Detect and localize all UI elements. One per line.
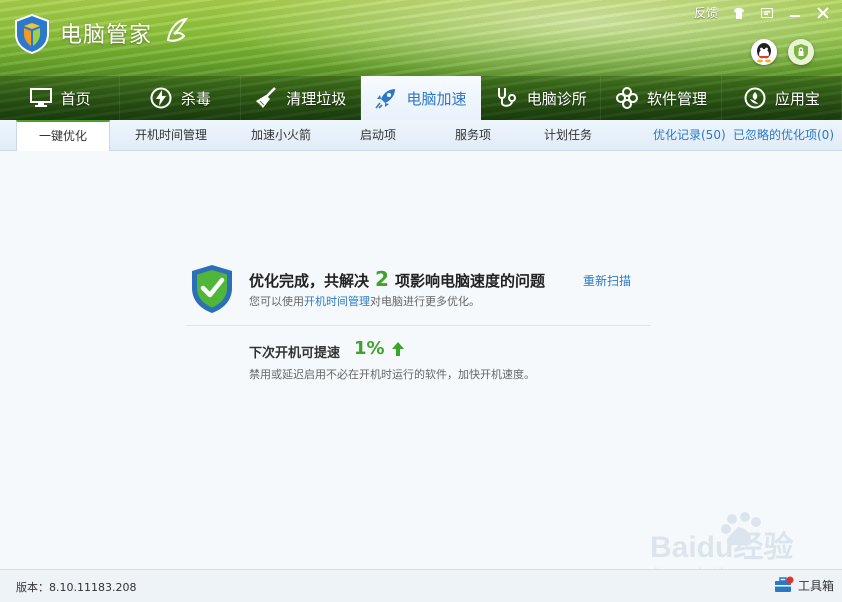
shield-lock-icon: [794, 44, 808, 60]
tab-one-click-optimize[interactable]: 一键优化: [16, 120, 110, 151]
nav-speedup[interactable]: 电脑加速: [360, 76, 482, 120]
qq-login-avatar[interactable]: [751, 39, 777, 65]
nav-cleanup[interactable]: 清理垃圾: [241, 76, 361, 120]
result-title-suffix: 项影响电脑速度的问题: [394, 272, 545, 290]
rocket-icon: [374, 86, 398, 110]
boot-speedup-description: 禁用或延迟启用不必在开机时运行的软件，加快开机速度。: [249, 368, 535, 381]
skin-icon[interactable]: [732, 4, 746, 22]
app-store-icon: [743, 86, 767, 110]
nav-label: 首页: [60, 89, 91, 108]
monitor-icon: [29, 86, 53, 110]
tab-scheduled-tasks[interactable]: 计划任务: [532, 120, 604, 150]
close-icon[interactable]: [816, 4, 830, 22]
toolbox-label: 工具箱: [798, 578, 835, 593]
nav-label: 杀毒: [180, 89, 211, 108]
result-title-prefix: 优化完成，共解决: [249, 272, 370, 290]
nav-home[interactable]: 首页: [0, 76, 121, 120]
toolbox-icon: [775, 576, 794, 592]
divider: [186, 325, 651, 326]
result-subtitle: 您可以使用开机时间管理对电脑进行更多优化。: [249, 293, 480, 309]
optimize-history-link[interactable]: 优化记录(50): [653, 120, 726, 150]
tab-speed-rocket[interactable]: 加速小火箭: [236, 120, 326, 150]
account-protect-button[interactable]: [788, 39, 814, 65]
nav-label: 清理垃圾: [286, 89, 347, 108]
lightning-icon: [149, 86, 173, 110]
tab-startup-items[interactable]: 启动项: [342, 120, 414, 150]
arrow-up-icon: [392, 342, 404, 356]
rescan-link[interactable]: 重新扫描: [583, 272, 631, 289]
flower-icon: [615, 86, 639, 110]
guanjia-logo-icon: [15, 14, 49, 54]
shield-check-icon: [192, 265, 232, 313]
nav-label: 电脑加速: [406, 89, 467, 108]
nav-antivirus[interactable]: 杀毒: [120, 76, 241, 120]
tab-services[interactable]: 服务项: [438, 120, 508, 150]
subtitle-suffix: 对电脑进行更多优化。: [370, 295, 480, 308]
watermark-brand: Baidu经验: [650, 530, 793, 564]
version-label: 版本：8.10.11183.208: [16, 581, 137, 594]
nav-clinic[interactable]: 电脑诊所: [481, 76, 602, 120]
main-nav: 首页 杀毒 清理垃圾 电脑加速 电脑诊所 软件管理 应用宝: [0, 76, 842, 120]
window-controls: 反馈: [694, 4, 830, 22]
minimize-icon[interactable]: [788, 4, 802, 22]
qq-penguin-icon: [757, 43, 771, 63]
subtitle-prefix: 您可以使用: [249, 295, 304, 308]
stethoscope-icon: [495, 86, 519, 110]
version-mark-icon: [166, 17, 189, 42]
feedback-link[interactable]: 反馈: [694, 4, 718, 22]
broom-icon: [254, 86, 278, 110]
ignored-items-link[interactable]: 已忽略的优化项(0): [733, 120, 834, 150]
boot-speedup-label: 下次开机可提速: [249, 346, 341, 361]
sub-tab-bar: 一键优化 开机时间管理 加速小火箭 启动项 服务项 计划任务 优化记录(50) …: [0, 120, 842, 151]
boot-speedup-value: 1%: [354, 338, 385, 359]
app-header: 电脑管家 反馈 首页 杀毒 清理垃圾 电脑加速 电脑诊所 软件管理 应用宝: [0, 0, 842, 120]
menu-icon[interactable]: [760, 4, 774, 22]
app-title: 电脑管家: [60, 23, 153, 48]
nav-label: 软件管理: [647, 89, 708, 108]
result-title: 优化完成，共解决 2 项影响电脑速度的问题: [249, 267, 545, 291]
optimize-result-panel: 优化完成，共解决 2 项影响电脑速度的问题 重新扫描 您可以使用开机时间管理对电脑进…: [0, 151, 842, 580]
status-bar: 版本：8.10.11183.208 工具箱: [0, 569, 842, 602]
nav-software[interactable]: 软件管理: [601, 76, 722, 120]
nav-app-store[interactable]: 应用宝: [722, 76, 842, 120]
nav-label: 电脑诊所: [526, 89, 587, 108]
toolbox-button[interactable]: 工具箱: [774, 576, 834, 594]
tab-boot-time-manager[interactable]: 开机时间管理: [122, 120, 220, 150]
boot-time-manager-link[interactable]: 开机时间管理: [304, 295, 370, 308]
resolved-count: 2: [375, 267, 389, 291]
nav-label: 应用宝: [774, 89, 820, 108]
